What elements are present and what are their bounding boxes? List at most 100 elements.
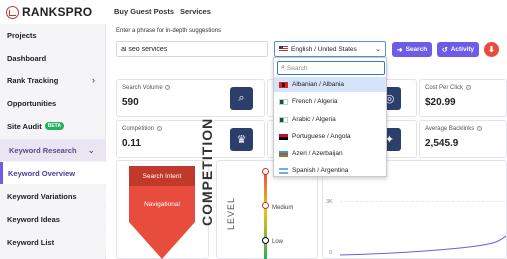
card-label: Search Volume ? [122,85,171,91]
language-option-arabic-algeria[interactable]: Arabic / Algeria [274,112,386,127]
search-intent-funnel [129,222,195,259]
gauge-dot-high [262,168,269,175]
gauge-label-low: Low [272,239,284,245]
sidebar-item-dashboard[interactable]: Dashboard [0,47,106,69]
gauge-dot-medium [262,202,269,209]
logo[interactable]: RANKSPRO [6,3,92,21]
card-label: Competition ? [122,126,162,132]
azerbaijan-flag-icon [279,150,288,157]
sidebar-item-keyword-ideas[interactable]: Keyword Ideas [0,208,106,230]
arrow-right-icon: ➜ [396,46,403,54]
trend-line [340,235,506,256]
algeria-flag-icon [279,98,288,105]
search-volume-value: 590 [122,97,139,108]
search-button-label: Search [405,46,428,53]
logo-text: RANKSPRO [22,5,93,19]
sidebar-item-label: Keyword Overview [8,168,76,178]
language-option-spanish-argentina[interactable]: Spanish / Argentina [274,163,386,176]
competition-level-label: LEVEL [226,196,236,230]
competition-card: Competition ? 0.11 ♛ [116,120,265,158]
nav-services[interactable]: Services [180,7,211,16]
search-chart-icon: ⌕ [230,87,253,110]
help-icon: ? [156,126,162,131]
search-icon: ⌕ [281,64,285,71]
competition-value: 0.11 [122,138,141,149]
card-label: Average Backlinks ? [425,126,482,132]
language-search-placeholder: Search [286,64,308,72]
search-button[interactable]: ➜ Search [392,42,432,57]
chevron-right-icon: › [92,75,95,85]
search-hint: Enter a phrase for in-depth suggestions [116,28,222,34]
sidebar-item-projects[interactable]: Projects [0,24,106,46]
sidebar-item-label: Opportunities [7,98,57,108]
albania-flag-icon [279,81,288,88]
trend-tick-3k: 3K [326,199,333,205]
search-intent-header: Search Intent [129,166,195,186]
option-label: French / Algeria [292,98,338,105]
cost-per-click-value: $20.99 [425,97,456,108]
sidebar-item-label: Keyword List [7,237,55,247]
sidebar-item-keyword-list[interactable]: Keyword List [0,231,106,253]
sidebar-item-label: Site Audit [7,121,42,131]
trend-tick-0: 0 [329,250,333,256]
search-intent-value: Navigational [129,186,195,222]
cost-per-click-card: Cost Per Click ? $20.99 [419,79,507,117]
activity-button-label: Activity [450,46,475,53]
language-dropdown: ⌕ Search Albanian / Albania French / Alg… [273,57,387,177]
average-backlinks-card: Average Backlinks ? 2,545.9 [419,120,507,158]
card-label: Cost Per Click ? [425,85,471,91]
sidebar-item-label: Projects [7,30,37,40]
sidebar-item-label: Rank Tracking [7,75,59,85]
language-option-azeri-azerbaijan[interactable]: Azeri / Azerbaijan [274,146,386,161]
option-label: Arabic / Algeria [292,116,336,123]
activity-button[interactable]: ↺ Activity [437,42,479,57]
chevron-down-icon: ⌄ [375,46,381,53]
download-button[interactable]: ⬇ [484,42,499,57]
logo-icon [6,5,19,19]
search-volume-card: Search Volume ? 590 ⌕ [116,79,265,117]
algeria-flag-icon [279,116,288,123]
nav-buy-guest-posts[interactable]: Buy Guest Posts [114,7,174,16]
trend-gridline [340,201,505,202]
language-option-albanian-albania[interactable]: Albanian / Albania [274,77,386,92]
sidebar-item-label: Keyword Ideas [7,214,60,224]
help-icon: ? [476,126,482,131]
language-option-french-algeria[interactable]: French / Algeria [274,94,386,109]
option-label: Azeri / Azerbaijan [292,150,343,157]
keyword-input[interactable] [116,41,268,57]
competition-title: COMPETITION [199,117,215,226]
help-icon: ? [465,85,471,90]
sidebar-item-label: Keyword Variations [7,191,77,201]
sidebar-item-rank-tracking[interactable]: Rank Tracking › [0,69,106,91]
option-label: Spanish / Argentina [292,167,349,174]
sidebar-item-keyword-overview[interactable]: Keyword Overview [0,162,106,184]
top-bar: RANKSPRO Buy Guest Posts Services [0,0,507,24]
chevron-down-icon: ⌄ [87,144,95,155]
average-backlinks-value: 2,545.9 [425,138,459,149]
trend-chart [340,235,506,256]
angola-flag-icon [279,133,288,140]
language-select-value: English / United States [291,45,357,53]
trophy-icon: ♛ [230,128,253,151]
sidebar-item-label: Keyword Research [9,145,77,155]
argentina-flag-icon [279,167,288,174]
gauge-dot-low [262,237,269,244]
us-flag-icon [279,46,288,52]
language-select[interactable]: English / United States ⌄ [274,41,386,57]
option-label: Portuguese / Angola [292,133,351,140]
option-label: Albanian / Albania [292,81,345,88]
sidebar-item-label: Dashboard [7,53,47,63]
download-icon: ⬇ [488,45,495,54]
sidebar-item-keyword-research[interactable]: Keyword Research ⌄ [0,139,106,161]
language-search-input[interactable]: ⌕ Search [277,61,385,75]
sidebar-item-site-audit[interactable]: Site Audit BETA [0,115,106,137]
sidebar-item-opportunities[interactable]: Opportunities [0,92,106,114]
beta-badge: BETA [44,122,64,130]
gauge-label-medium: Medium [272,205,294,211]
help-icon: ? [165,85,171,90]
competition-gauge [264,170,267,259]
sidebar: Projects Dashboard Rank Tracking › Oppor… [0,24,106,259]
sidebar-item-keyword-variations[interactable]: Keyword Variations [0,185,106,207]
history-icon: ↺ [441,46,448,54]
language-option-portuguese-angola[interactable]: Portuguese / Angola [274,129,386,144]
